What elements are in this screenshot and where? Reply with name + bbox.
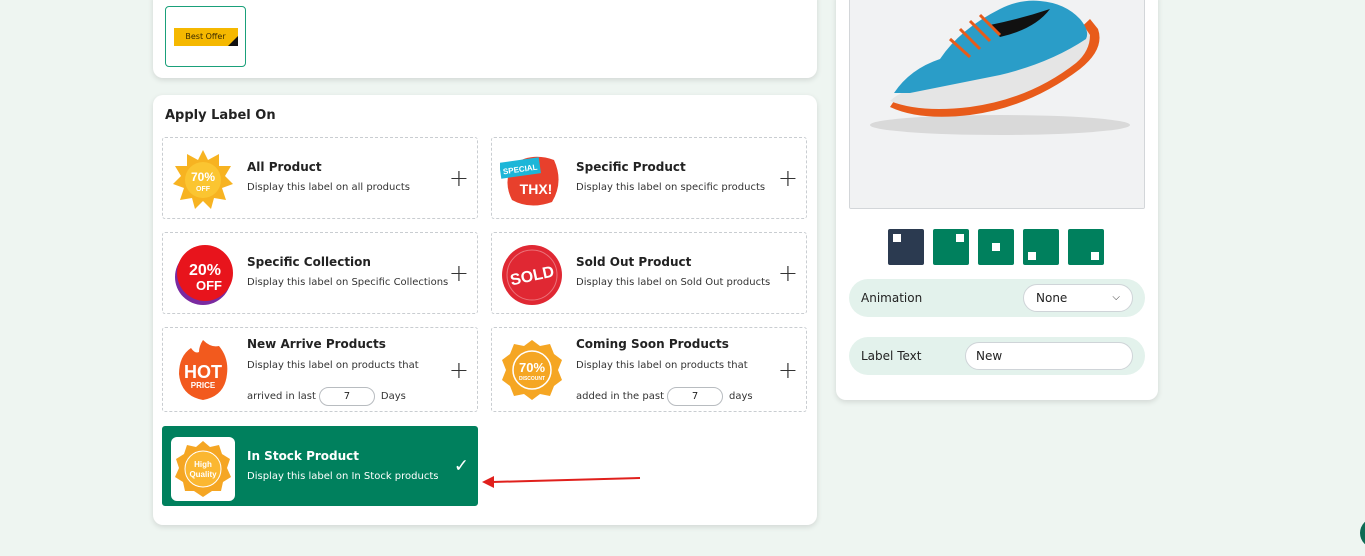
apply-label-card: Apply Label On 70% OFF All Product Displ… (153, 95, 817, 525)
plus-icon[interactable]: + (449, 166, 469, 190)
option-all-product[interactable]: 70% OFF All Product Display this label o… (162, 137, 478, 219)
70-off-star-icon: 70% OFF (173, 150, 233, 209)
position-bottom-left[interactable] (1023, 229, 1059, 265)
label-text-label: Label Text (861, 349, 922, 363)
option-description: Display this label on specific products (576, 182, 766, 193)
option-days-row: added in the past 7 days (576, 387, 753, 406)
svg-text:THX!: THX! (520, 181, 553, 197)
label-text-row: Label Text New (849, 337, 1145, 375)
svg-text:70%: 70% (191, 170, 215, 184)
option-title: In Stock Product (247, 449, 360, 463)
option-description: Display this label on products that (576, 360, 748, 371)
svg-text:OFF: OFF (196, 278, 222, 293)
days-suffix: days (729, 391, 753, 402)
best-offer-badge-thumbnail[interactable]: Best Offer (165, 6, 246, 67)
option-sold-out-product[interactable]: SOLD Sold Out Product Display this label… (491, 232, 807, 314)
option-days-row: arrived in last 7 Days (247, 387, 406, 406)
position-center[interactable] (978, 229, 1014, 265)
plus-icon[interactable]: + (449, 358, 469, 382)
option-title: Sold Out Product (576, 255, 692, 269)
option-title: New Arrive Products (247, 337, 386, 351)
option-title: Specific Product (576, 160, 686, 174)
sold-icon: SOLD (502, 245, 562, 305)
animation-label: Animation (861, 291, 923, 305)
svg-text:High: High (194, 460, 212, 469)
plus-icon[interactable]: + (778, 261, 798, 285)
position-top-right[interactable] (933, 229, 969, 265)
plus-icon[interactable]: + (778, 358, 798, 382)
position-bottom-right[interactable] (1068, 229, 1104, 265)
chevron-down-icon: ⌵ (1112, 292, 1120, 303)
sneaker-image (850, 0, 1144, 208)
days-input[interactable]: 7 (667, 387, 723, 406)
days-suffix: Days (380, 391, 406, 402)
label-text-input[interactable]: New (965, 342, 1133, 370)
chat-widget-button[interactable] (1360, 518, 1365, 548)
plus-icon[interactable]: + (449, 261, 469, 285)
svg-text:70%: 70% (519, 360, 545, 375)
option-specific-collection[interactable]: 20% OFF Specific Collection Display this… (162, 232, 478, 314)
option-coming-soon-products[interactable]: 70% DISCOUNT Coming Soon Products Displa… (491, 327, 807, 412)
option-in-stock-product[interactable]: High Quality In Stock Product Display th… (162, 426, 478, 506)
svg-text:Quality: Quality (189, 470, 217, 479)
option-title: All Product (247, 160, 322, 174)
check-icon: ✓ (453, 455, 469, 477)
special-thx-icon: SPECIAL THX! (500, 156, 559, 206)
option-description: Display this label on products that (247, 360, 419, 371)
label-preview-card: Animation None ⌵ Label Text New (836, 0, 1158, 400)
apply-label-title: Apply Label On (165, 108, 276, 123)
best-offer-badge: Best Offer (173, 27, 238, 46)
option-specific-product[interactable]: SPECIAL THX! Specific Product Display th… (491, 137, 807, 219)
option-title: Specific Collection (247, 255, 371, 269)
hot-price-icon: HOT PRICE (179, 340, 228, 400)
option-description: Display this label on Sold Out products (576, 277, 771, 288)
option-title: Coming Soon Products (576, 337, 729, 351)
svg-text:OFF: OFF (196, 186, 211, 193)
label-preset-card: Best Offer (153, 0, 817, 78)
svg-text:HOT: HOT (184, 362, 222, 382)
high-quality-icon: High Quality (171, 437, 235, 501)
red-arrow-annotation (482, 476, 641, 488)
animation-value: None (1036, 291, 1068, 305)
option-description: Display this label on In Stock products (247, 471, 439, 482)
days-input[interactable]: 7 (318, 387, 375, 406)
20-off-icon: 20% OFF (175, 245, 233, 305)
plus-icon[interactable]: + (778, 166, 798, 190)
svg-text:PRICE: PRICE (191, 381, 216, 390)
product-preview (849, 0, 1145, 209)
days-prefix: arrived in last (247, 391, 316, 402)
label-position-selector (888, 229, 1104, 265)
position-top-left[interactable] (888, 229, 924, 265)
animation-select[interactable]: None ⌵ (1023, 284, 1133, 312)
option-new-arrive-products[interactable]: HOT PRICE New Arrive Products Display th… (162, 327, 478, 412)
70-discount-icon: 70% DISCOUNT (502, 340, 562, 400)
option-description: Display this label on all products (247, 182, 410, 193)
svg-text:DISCOUNT: DISCOUNT (519, 376, 545, 382)
option-description: Display this label on Specific Collectio… (247, 277, 449, 288)
animation-row: Animation None ⌵ (849, 279, 1145, 317)
svg-text:20%: 20% (189, 262, 221, 279)
days-prefix: added in the past (576, 391, 664, 402)
